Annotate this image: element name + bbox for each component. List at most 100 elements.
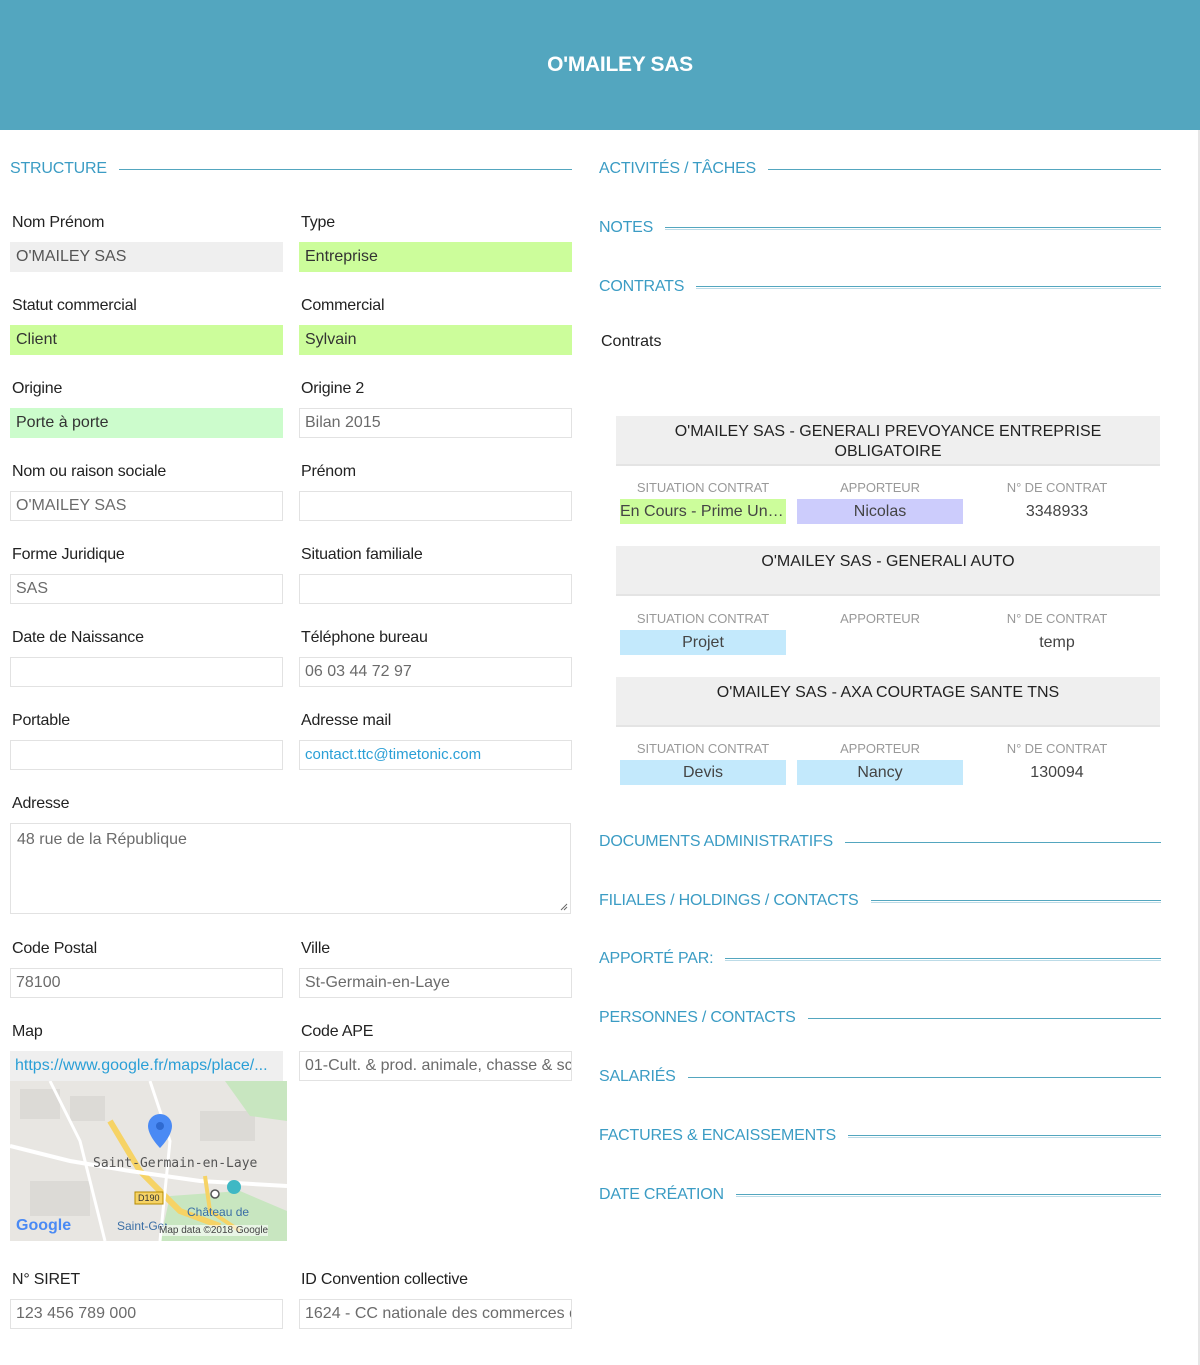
section-date-creation-label: DATE CRÉATION — [599, 1186, 724, 1203]
section-notes[interactable]: NOTES — [599, 219, 1161, 237]
prenom-label: Prénom — [301, 463, 356, 480]
contract-title[interactable]: O'MAILEY SAS - AXA COURTAGE SANTE TNS — [616, 677, 1160, 727]
section-structure-label: STRUCTURE — [10, 160, 107, 177]
code-ape-label: Code APE — [301, 1023, 374, 1040]
nom-prenom-label: Nom Prénom — [12, 214, 105, 231]
section-divider — [845, 841, 1161, 843]
siret-field[interactable]: 123 456 789 000 — [10, 1299, 283, 1329]
portable-field[interactable] — [10, 740, 283, 770]
apporteur-value — [797, 630, 963, 655]
contract-title[interactable]: O'MAILEY SAS - GENERALI AUTO — [616, 546, 1160, 596]
convention-label: ID Convention collective — [301, 1271, 468, 1288]
type-field[interactable]: Entreprise — [299, 242, 572, 272]
section-personnes-label: PERSONNES / CONTACTS — [599, 1009, 796, 1026]
section-divider — [768, 168, 1161, 170]
section-contrats-label: CONTRATS — [599, 278, 685, 295]
section-documents-label: DOCUMENTS ADMINISTRATIFS — [599, 833, 834, 850]
nom-raison-sociale-field[interactable]: O'MAILEY SAS — [10, 491, 283, 521]
record-title: O'MAILEY SAS — [547, 53, 693, 76]
ville-label: Ville — [301, 940, 330, 957]
section-structure[interactable]: STRUCTURE — [10, 160, 572, 178]
section-filiales-label: FILIALES / HOLDINGS / CONTACTS — [599, 892, 859, 909]
map-credit: Map data ©2018 Google — [159, 1225, 269, 1236]
section-divider — [696, 285, 1161, 289]
map-label: Map — [12, 1023, 43, 1040]
situation-familiale-label: Situation familiale — [301, 546, 423, 563]
situation-contrat-value: Devis — [620, 760, 786, 785]
date-naissance-field[interactable] — [10, 657, 283, 687]
adresse-value: 48 rue de la République — [17, 831, 187, 848]
contract-title[interactable]: O'MAILEY SAS - GENERALI PREVOYANCE ENTRE… — [616, 416, 1160, 466]
origine-label: Origine — [12, 380, 63, 397]
apporteur-value: Nicolas — [797, 499, 963, 524]
telephone-bureau-field[interactable]: 06 03 44 72 97 — [299, 657, 572, 687]
section-divider — [118, 168, 572, 170]
commercial-field[interactable]: Sylvain — [299, 325, 572, 355]
origine-field[interactable]: Porte à porte — [10, 408, 283, 438]
adresse-mail-label: Adresse mail — [301, 712, 392, 729]
adresse-textarea[interactable]: 48 rue de la République — [10, 823, 571, 914]
forme-juridique-field[interactable]: SAS — [10, 574, 283, 604]
nom-prenom-field[interactable]: O'MAILEY SAS — [10, 242, 283, 272]
section-salaries[interactable]: SALARIÉS — [599, 1068, 1161, 1086]
section-activites-label: ACTIVITÉS / TÂCHES — [599, 160, 757, 177]
code-postal-label: Code Postal — [12, 940, 97, 957]
convention-field[interactable]: 1624 - CC nationale des commerces d — [299, 1299, 572, 1329]
section-activites[interactable]: ACTIVITÉS / TÂCHES — [599, 160, 1161, 178]
section-divider — [807, 1017, 1161, 1019]
section-filiales[interactable]: FILIALES / HOLDINGS / CONTACTS — [599, 892, 1161, 910]
map-link[interactable]: https://www.google.fr/maps/place/... — [10, 1051, 283, 1081]
ville-field[interactable]: St-Germain-en-Laye — [299, 968, 572, 998]
statut-commercial-field[interactable]: Client — [10, 325, 283, 355]
commercial-label: Commercial — [301, 297, 385, 314]
apporteur-value: Nancy — [797, 760, 963, 785]
situation-familiale-field[interactable] — [299, 574, 572, 604]
siret-label: N° SIRET — [12, 1271, 80, 1288]
prenom-field[interactable] — [299, 491, 572, 521]
section-divider — [665, 226, 1161, 230]
situation-contrat-header: SITUATION CONTRAT — [636, 611, 770, 626]
section-divider — [735, 1193, 1161, 1197]
numero-contrat-header: N° DE CONTRAT — [1006, 480, 1108, 495]
section-factures[interactable]: FACTURES & ENCAISSEMENTS — [599, 1127, 1161, 1145]
numero-contrat-value: 130094 — [1030, 764, 1084, 781]
situation-contrat-header: SITUATION CONTRAT — [636, 480, 770, 495]
apporteur-header: APPORTEUR — [840, 611, 920, 626]
date-naissance-label: Date de Naissance — [12, 629, 144, 646]
contrats-subtitle: Contrats — [601, 333, 662, 350]
numero-contrat-value: temp — [1039, 634, 1075, 651]
google-logo: Google — [16, 1217, 72, 1234]
map-place-label: Saint-Germain-en-Laye — [93, 1156, 258, 1171]
situation-contrat-header: SITUATION CONTRAT — [636, 741, 770, 756]
map-poi-label: Château de — [187, 1205, 250, 1219]
code-ape-field[interactable]: 01-Cult. & prod. animale, chasse & sce — [299, 1051, 572, 1081]
map-preview[interactable]: Saint-Germain-en-Laye D190 Château de Sa… — [10, 1081, 287, 1241]
origine2-label: Origine 2 — [301, 380, 365, 397]
portable-label: Portable — [12, 712, 70, 729]
resize-handle-icon[interactable] — [560, 903, 568, 911]
section-apporte-par[interactable]: APPORTÉ PAR: — [599, 950, 1161, 968]
code-postal-field[interactable]: 78100 — [10, 968, 283, 998]
origine2-field[interactable]: Bilan 2015 — [299, 408, 572, 438]
section-personnes[interactable]: PERSONNES / CONTACTS — [599, 1009, 1161, 1027]
section-salaries-label: SALARIÉS — [599, 1068, 676, 1085]
section-divider — [687, 1076, 1161, 1078]
adresse-mail-link[interactable]: contact.ttc@timetonic.com — [299, 740, 572, 770]
map-road-label: D190 — [138, 1193, 160, 1203]
numero-contrat-value: 3348933 — [1025, 503, 1089, 520]
adresse-label: Adresse — [12, 795, 70, 812]
nom-raison-sociale-label: Nom ou raison sociale — [12, 463, 167, 480]
section-divider — [870, 899, 1161, 903]
section-divider — [725, 957, 1161, 961]
forme-juridique-label: Forme Juridique — [12, 546, 125, 563]
section-factures-label: FACTURES & ENCAISSEMENTS — [599, 1127, 837, 1144]
situation-contrat-value: Projet — [620, 630, 786, 655]
section-notes-label: NOTES — [599, 219, 654, 236]
section-contrats[interactable]: CONTRATS — [599, 278, 1161, 296]
record-header: O'MAILEY SAS — [0, 0, 1200, 130]
section-date-creation[interactable]: DATE CRÉATION — [599, 1186, 1161, 1204]
type-label: Type — [301, 214, 335, 231]
section-documents[interactable]: DOCUMENTS ADMINISTRATIFS — [599, 833, 1161, 851]
apporteur-header: APPORTEUR — [840, 480, 920, 495]
numero-contrat-header: N° DE CONTRAT — [1006, 741, 1108, 756]
